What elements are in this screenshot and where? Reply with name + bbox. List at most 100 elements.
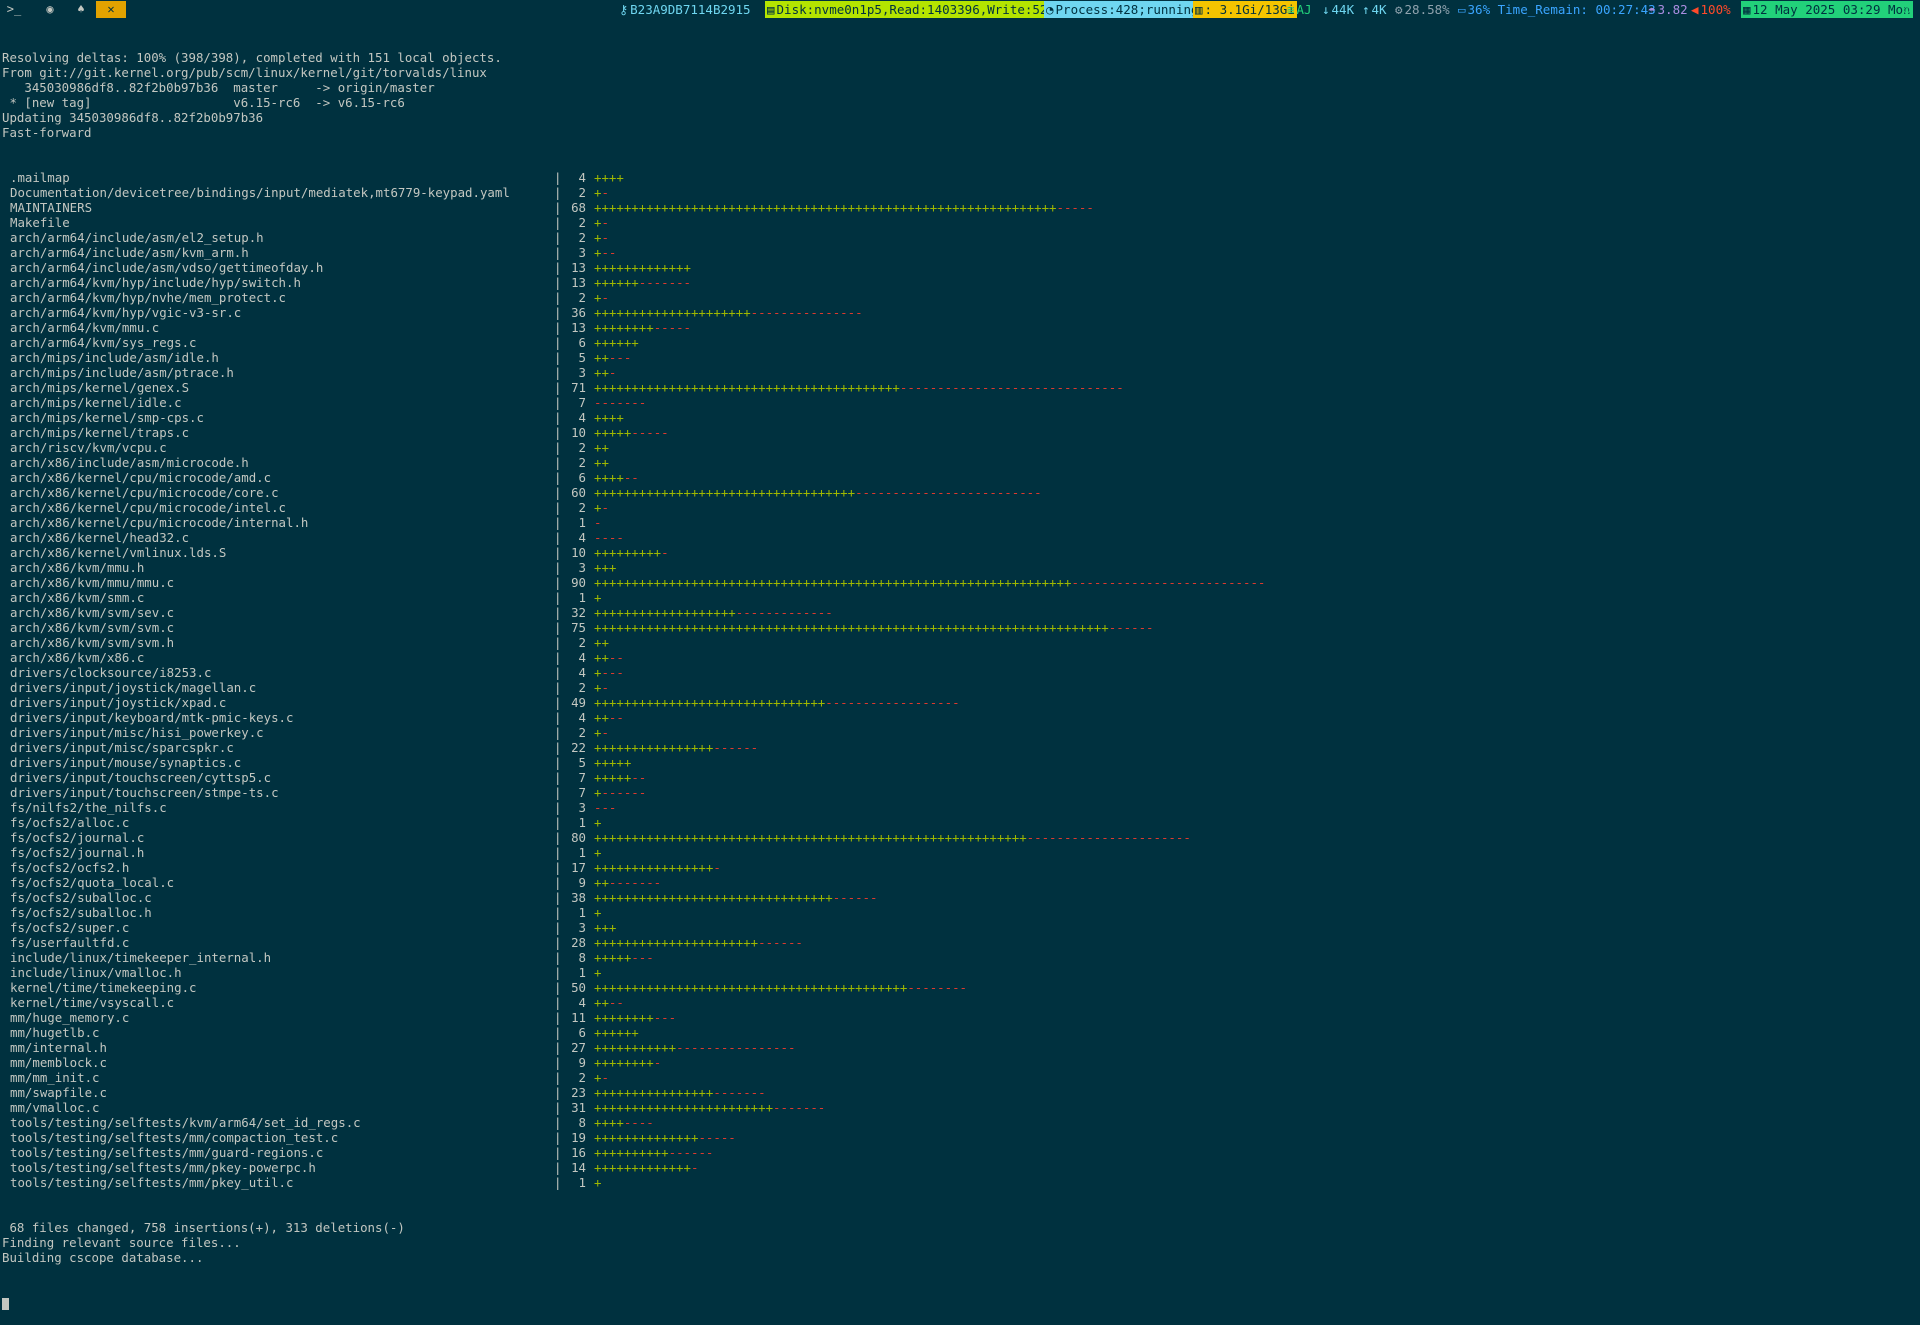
change-count: 2: [578, 215, 586, 230]
terminal-output[interactable]: Resolving deltas: 100% (398/398), comple…: [2, 20, 1920, 1325]
insertions-graph: ++++++++++++++++++++++++++++++++++++++++…: [594, 575, 1072, 590]
change-count: 8: [578, 950, 586, 965]
browser-workspace-icon[interactable]: ◉: [38, 1, 62, 18]
process-indicator: ◔ Process:428;running:4: [1044, 1, 1216, 18]
diffstat-list: .mailmap | 4 ++++ Documentation/devicetree/b…: [2, 170, 1920, 1190]
deletions-graph: -: [601, 725, 609, 740]
file-path: arch/mips/kernel/smp-cps.c: [10, 410, 204, 425]
change-count: 1: [578, 1175, 586, 1190]
insertions-graph: ++: [594, 650, 609, 665]
insertions-graph: ++++++++++++++++++++++++++++++++++++++++…: [594, 200, 1057, 215]
diffstat-row: mm/mm_init.c | 2 +-: [2, 1070, 1920, 1085]
deletions-graph: ------: [713, 740, 759, 755]
change-graph: ++++++++++++++++++++++++++++++++++++++++…: [594, 200, 1094, 215]
speaker-icon: ◀: [1691, 2, 1699, 17]
change-graph: ++++++++-: [594, 1055, 661, 1070]
tools-workspace-icon[interactable]: ✕: [96, 1, 126, 18]
terminal-workspace-icon[interactable]: >_: [2, 1, 26, 18]
column-separator: |: [554, 575, 562, 590]
change-count: 8: [578, 1115, 586, 1130]
change-count: 5: [578, 755, 586, 770]
change-count: 5: [578, 350, 586, 365]
diffstat-row: arch/mips/kernel/traps.c | 10 +++++-----: [2, 425, 1920, 440]
insertions-graph: +++++++++++++++++++: [594, 605, 736, 620]
diffstat-row: fs/ocfs2/super.c | 3 +++: [2, 920, 1920, 935]
change-graph: ++++----: [594, 1115, 654, 1130]
change-graph: +-: [594, 290, 609, 305]
file-path: fs/ocfs2/super.c: [10, 920, 130, 935]
column-separator: |: [554, 950, 562, 965]
change-count: 60: [571, 485, 586, 500]
file-path: tools/testing/selftests/mm/compaction_te…: [10, 1130, 339, 1145]
insertions-graph: ++++++: [594, 275, 639, 290]
change-graph: +++++--: [594, 770, 646, 785]
change-count: 16: [571, 1145, 586, 1160]
change-graph: +++++++++++++-: [594, 1160, 698, 1175]
column-separator: |: [554, 1175, 562, 1190]
change-graph: ++--: [594, 995, 624, 1010]
column-separator: |: [554, 500, 562, 515]
change-count: 1: [578, 845, 586, 860]
command-output: 68 files changed, 758 insertions(+), 313…: [2, 1220, 1920, 1265]
diffstat-row: mm/vmalloc.c | 31 ++++++++++++++++++++++++-…: [2, 1100, 1920, 1115]
change-graph: ++: [594, 635, 609, 650]
change-count: 11: [571, 1010, 586, 1025]
diffstat-row: arch/arm64/kvm/sys_regs.c | 6 ++++++: [2, 335, 1920, 350]
column-separator: |: [554, 935, 562, 950]
file-path: Makefile: [10, 215, 70, 230]
file-path: arch/mips/include/asm/idle.h: [10, 350, 219, 365]
file-path: tools/testing/selftests/mm/pkey-powerpc.…: [10, 1160, 316, 1175]
change-graph: +-: [594, 185, 609, 200]
diffstat-row: arch/x86/kernel/vmlinux.lds.S | 10 ++++++++…: [2, 545, 1920, 560]
change-graph: ++++++++++++++++++++++++++++++++++++++++…: [594, 620, 1154, 635]
insertions-graph: ++++: [594, 170, 624, 185]
git-fetch-output: Resolving deltas: 100% (398/398), comple…: [2, 50, 1920, 140]
change-graph: +-: [594, 230, 609, 245]
change-count: 71: [571, 380, 586, 395]
file-path: arch/arm64/kvm/hyp/vgic-v3-sr.c: [10, 305, 242, 320]
file-path: mm/vmalloc.c: [10, 1100, 100, 1115]
diffstat-row: drivers/input/joystick/magellan.c | 2 +-: [2, 680, 1920, 695]
insertions-graph: +++: [594, 560, 617, 575]
insertions-graph: ++: [594, 365, 609, 380]
download-label: 44K: [1331, 2, 1355, 17]
column-separator: |: [554, 365, 562, 380]
change-count: 6: [578, 470, 586, 485]
diffstat-row: arch/arm64/kvm/hyp/vgic-v3-sr.c | 36 ++++++…: [2, 305, 1920, 320]
diffstat-row: arch/arm64/kvm/hyp/nvhe/mem_protect.c | 2 +…: [2, 290, 1920, 305]
column-separator: |: [554, 755, 562, 770]
host-indicator: ⚷ B23A9DB7114B2915: [617, 1, 753, 18]
insertions-graph: ++++: [594, 470, 624, 485]
deletions-graph: -: [601, 680, 609, 695]
diffstat-row: kernel/time/timekeeping.c | 50 ++++++++++++…: [2, 980, 1920, 995]
file-path: arch/x86/kernel/vmlinux.lds.S: [10, 545, 227, 560]
battery-indicator: ▭ 36% Time_Remain: 00:27:43: [1456, 1, 1658, 18]
column-separator: |: [554, 485, 562, 500]
file-path: drivers/input/joystick/magellan.c: [10, 680, 257, 695]
insertions-graph: ++++++++++: [594, 1145, 669, 1160]
insertions-graph: ++++++++: [594, 1055, 654, 1070]
file-path: arch/x86/kernel/cpu/microcode/amd.c: [10, 470, 272, 485]
volume-indicator[interactable]: ◀ 100%: [1689, 1, 1733, 18]
column-separator: |: [554, 1040, 562, 1055]
penguin-workspace-icon[interactable]: ♠: [69, 1, 93, 18]
deletions-graph: --: [608, 710, 624, 725]
file-path: mm/memblock.c: [10, 1055, 107, 1070]
diffstat-row: fs/userfaultfd.c | 28 +++++++++++++++++++++…: [2, 935, 1920, 950]
column-separator: |: [554, 305, 562, 320]
change-count: 22: [571, 740, 586, 755]
insertions-graph: +++++++++: [594, 545, 662, 560]
change-graph: +-: [594, 725, 609, 740]
lock-icon[interactable]: ⊙: [1901, 1, 1913, 18]
diffstat-row: drivers/input/keyboard/mtk-pmic-keys.c | 4…: [2, 710, 1920, 725]
file-path: drivers/input/joystick/xpad.c: [10, 695, 227, 710]
download-indicator: ↓ 44K: [1320, 1, 1356, 18]
change-graph: ++++++++++++++++++++++++-------: [594, 1100, 825, 1115]
column-separator: |: [554, 380, 562, 395]
output-line: Finding relevant source files...: [2, 1235, 241, 1250]
file-path: tools/testing/selftests/mm/guard-regions…: [10, 1145, 324, 1160]
deletions-graph: --: [608, 995, 624, 1010]
insertions-graph: ++++++++++++++++++++++++++++++++++++++++…: [594, 620, 1109, 635]
diffstat-row: arch/x86/kernel/cpu/microcode/internal.h…: [2, 515, 1920, 530]
change-count: 27: [571, 1040, 586, 1055]
